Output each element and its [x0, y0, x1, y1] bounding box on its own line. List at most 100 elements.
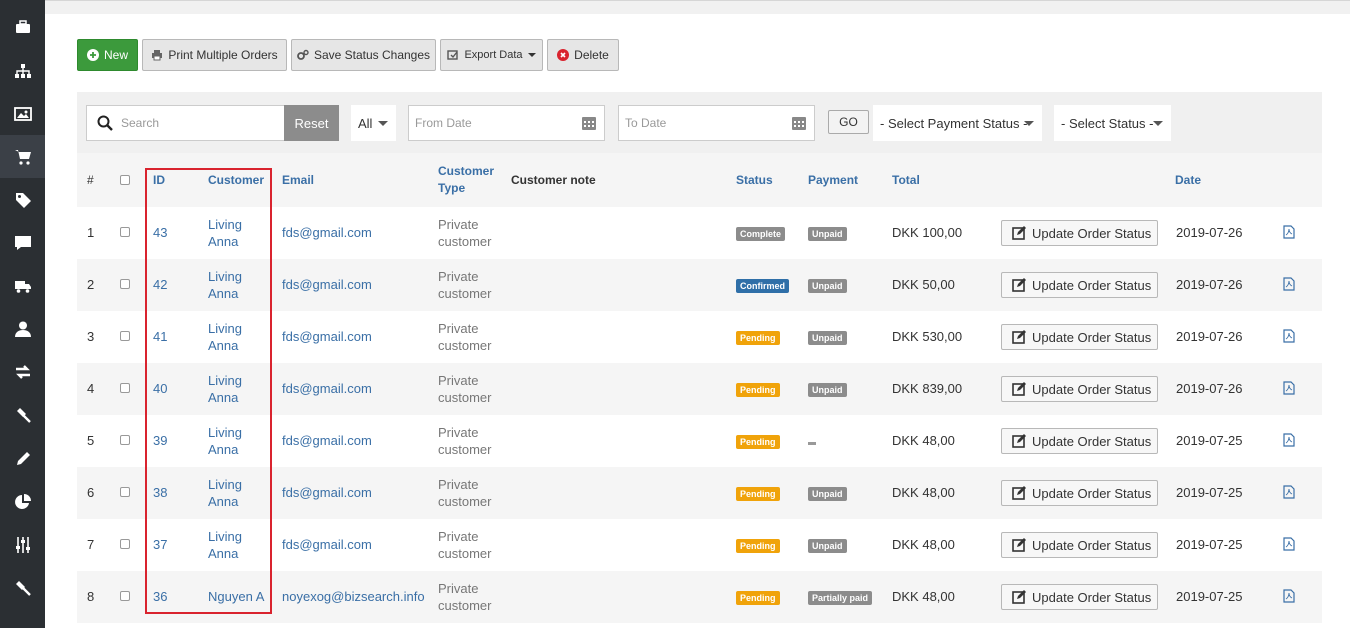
row-checkbox[interactable] — [120, 279, 130, 289]
status-select[interactable]: - Select Status - — [1054, 105, 1171, 141]
email-link[interactable]: noyexog@bizsearch.info — [282, 588, 425, 605]
header-customer[interactable]: Customer — [208, 172, 264, 189]
calendar-icon[interactable] — [581, 115, 597, 131]
customer-link[interactable]: Living Anna — [208, 528, 256, 562]
update-order-status-button[interactable]: Update Order Status — [1001, 532, 1158, 558]
customer-link[interactable]: Living Anna — [208, 476, 256, 510]
delete-button[interactable]: Delete — [547, 39, 619, 71]
search-field[interactable] — [86, 105, 284, 141]
email-link[interactable]: fds@gmail.com — [282, 536, 372, 553]
email-link[interactable]: fds@gmail.com — [282, 224, 372, 241]
order-id-link[interactable]: 40 — [153, 380, 167, 397]
sidebar-item-exchange[interactable] — [0, 350, 45, 393]
customer-link[interactable]: Living Anna — [208, 216, 256, 250]
pdf-icon[interactable] — [1283, 433, 1295, 447]
customer-link[interactable]: Living Anna — [208, 320, 256, 354]
order-id-link[interactable]: 41 — [153, 328, 167, 345]
sidebar-item-pie-chart[interactable] — [0, 480, 45, 523]
sidebar-item-user[interactable] — [0, 307, 45, 350]
edit-icon — [1012, 278, 1026, 292]
email-link[interactable]: fds@gmail.com — [282, 432, 372, 449]
payment-status-select[interactable]: - Select Payment Status - — [873, 105, 1042, 141]
from-date-field[interactable] — [408, 105, 605, 141]
customer-type: Private customer — [438, 321, 492, 353]
select-all-checkbox[interactable] — [120, 175, 130, 185]
row-checkbox[interactable] — [120, 383, 130, 393]
from-date-input[interactable] — [415, 116, 604, 130]
sidebar-item-tag[interactable] — [0, 178, 45, 221]
update-order-status-button[interactable]: Update Order Status — [1001, 376, 1158, 402]
to-date-input[interactable] — [625, 116, 814, 130]
customer-link[interactable]: Nguyen A — [208, 588, 278, 605]
customer-link[interactable]: Living Anna — [208, 372, 256, 406]
sidebar-item-pencil[interactable] — [0, 437, 45, 480]
email-link[interactable]: fds@gmail.com — [282, 484, 372, 501]
new-button[interactable]: New — [77, 39, 138, 71]
row-checkbox[interactable] — [120, 539, 130, 549]
customer-type: Private customer — [438, 425, 492, 457]
pdf-icon[interactable] — [1283, 277, 1295, 291]
order-id-link[interactable]: 38 — [153, 484, 167, 501]
row-checkbox[interactable] — [120, 227, 130, 237]
order-id-link[interactable]: 36 — [153, 588, 167, 605]
sidebar-item-sitemap[interactable] — [0, 49, 45, 92]
all-select[interactable]: All — [351, 105, 396, 141]
calendar-icon[interactable] — [791, 115, 807, 131]
header-date[interactable]: Date — [1175, 172, 1201, 189]
sidebar-item-cart[interactable] — [0, 135, 45, 178]
header-payment[interactable]: Payment — [808, 172, 858, 189]
sidebar-item-hammer[interactable] — [0, 566, 45, 609]
search-input[interactable] — [121, 116, 284, 130]
sidebar-item-comment[interactable] — [0, 221, 45, 264]
sidebar-item-truck[interactable] — [0, 264, 45, 307]
header-status[interactable]: Status — [736, 172, 773, 189]
row-checkbox[interactable] — [120, 591, 130, 601]
update-order-status-button[interactable]: Update Order Status — [1001, 272, 1158, 298]
header-customer-type[interactable]: Customer Type — [438, 163, 498, 197]
to-date-field[interactable] — [618, 105, 815, 141]
update-order-status-button[interactable]: Update Order Status — [1001, 220, 1158, 246]
sidebar-item-gavel[interactable] — [0, 393, 45, 436]
order-id-link[interactable]: 37 — [153, 536, 167, 553]
customer-link[interactable]: Living Anna — [208, 268, 256, 302]
order-id-link[interactable]: 42 — [153, 276, 167, 293]
order-date: 2019-07-26 — [1176, 277, 1243, 292]
pdf-icon[interactable] — [1283, 225, 1295, 239]
row-checkbox[interactable] — [120, 435, 130, 445]
save-status-changes-button[interactable]: Save Status Changes — [291, 39, 436, 71]
update-button-label: Update Order Status — [1032, 589, 1152, 605]
row-checkbox[interactable] — [120, 331, 130, 341]
pdf-icon[interactable] — [1283, 589, 1295, 603]
pdf-icon[interactable] — [1283, 381, 1295, 395]
status-badge: Confirmed — [736, 279, 789, 293]
row-checkbox[interactable] — [120, 487, 130, 497]
row-number: 5 — [87, 433, 95, 448]
header-total[interactable]: Total — [892, 172, 920, 189]
pdf-icon[interactable] — [1283, 537, 1295, 551]
print-multiple-orders-button[interactable]: Print Multiple Orders — [142, 39, 287, 71]
export-data-button[interactable]: Export Data — [440, 39, 543, 71]
customer-type: Private customer — [438, 373, 492, 405]
pdf-icon[interactable] — [1283, 329, 1295, 343]
update-order-status-button[interactable]: Update Order Status — [1001, 324, 1158, 350]
sidebar-item-briefcase[interactable] — [0, 5, 45, 48]
sidebar-item-sliders[interactable] — [0, 523, 45, 566]
image-icon — [13, 106, 32, 121]
go-button[interactable]: GO — [828, 110, 869, 134]
order-id-link[interactable]: 43 — [153, 224, 167, 241]
sidebar-item-image[interactable] — [0, 92, 45, 135]
email-link[interactable]: fds@gmail.com — [282, 380, 372, 397]
reset-button[interactable]: Reset — [284, 105, 339, 141]
customer-link[interactable]: Living Anna — [208, 424, 256, 458]
pdf-icon[interactable] — [1283, 485, 1295, 499]
header-id[interactable]: ID — [153, 172, 165, 189]
payment-badge: Unpaid — [808, 279, 847, 293]
update-order-status-button[interactable]: Update Order Status — [1001, 480, 1158, 506]
search-icon — [97, 115, 113, 131]
update-order-status-button[interactable]: Update Order Status — [1001, 584, 1158, 610]
header-email[interactable]: Email — [282, 172, 314, 189]
email-link[interactable]: fds@gmail.com — [282, 276, 372, 293]
email-link[interactable]: fds@gmail.com — [282, 328, 372, 345]
order-id-link[interactable]: 39 — [153, 432, 167, 449]
update-order-status-button[interactable]: Update Order Status — [1001, 428, 1158, 454]
